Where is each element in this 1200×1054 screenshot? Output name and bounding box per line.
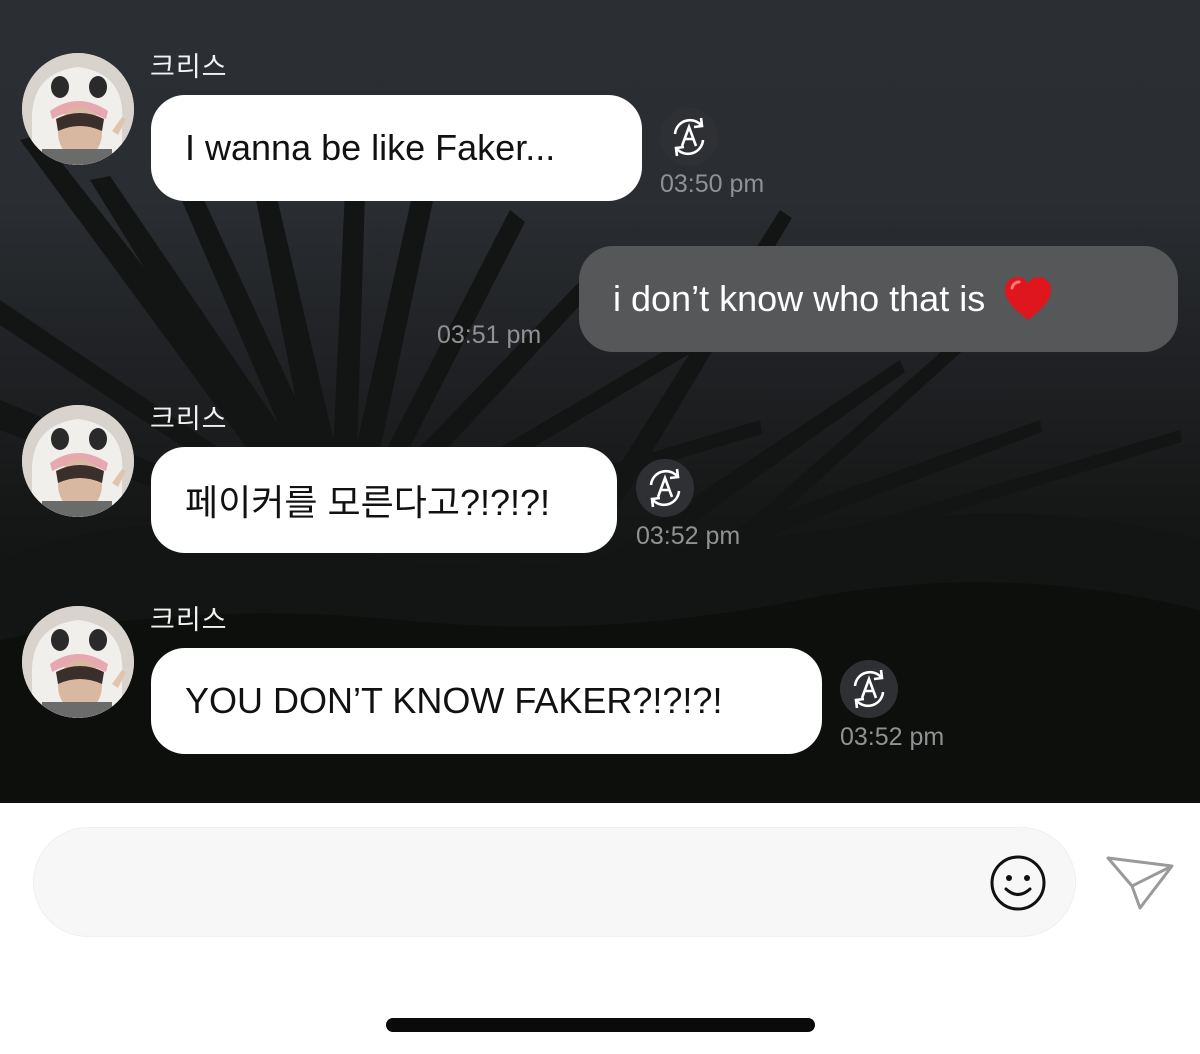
message-timestamp: 03:52 pm <box>636 522 741 550</box>
avatar[interactable] <box>22 53 134 165</box>
avatar-image <box>22 405 134 517</box>
message-text: YOU DON’T KNOW FAKER?!?!?! <box>185 680 723 721</box>
auto-translate-icon[interactable] <box>636 459 694 517</box>
message-timestamp: 03:51 pm <box>437 321 542 349</box>
message-bubble[interactable]: I wanna be like Faker... <box>151 95 642 201</box>
avatar-image <box>22 606 134 718</box>
paper-plane-icon[interactable] <box>1104 852 1176 912</box>
sender-name: 크리스 <box>150 52 228 83</box>
message-timestamp: 03:52 pm <box>840 723 945 751</box>
message-text: I wanna be like Faker... <box>185 127 556 168</box>
avatar-image <box>22 53 134 165</box>
chat-area[interactable]: 크리스 I wanna be like Faker... 03:50 pm 03… <box>0 0 1200 803</box>
message-text: i don’t know who that is <box>613 278 986 319</box>
avatar[interactable] <box>22 405 134 517</box>
message-composer <box>33 827 1076 938</box>
smiley-face-icon[interactable] <box>989 854 1047 912</box>
message-text: 페이커를 모른다고?!?!?! <box>185 482 551 523</box>
sender-name: 크리스 <box>150 404 228 435</box>
sender-name: 크리스 <box>150 605 228 636</box>
message-bubble[interactable]: YOU DON’T KNOW FAKER?!?!?! <box>151 648 822 754</box>
auto-translate-icon[interactable] <box>660 108 718 166</box>
message-bubble[interactable]: i don’t know who that is <box>579 246 1178 352</box>
auto-translate-icon[interactable] <box>840 660 898 718</box>
home-indicator[interactable] <box>386 1018 815 1032</box>
avatar[interactable] <box>22 606 134 718</box>
message-timestamp: 03:50 pm <box>660 170 765 198</box>
message-input[interactable] <box>74 828 978 938</box>
message-bubble[interactable]: 페이커를 모른다고?!?!?! <box>151 447 617 553</box>
red-heart-icon <box>1005 277 1052 320</box>
